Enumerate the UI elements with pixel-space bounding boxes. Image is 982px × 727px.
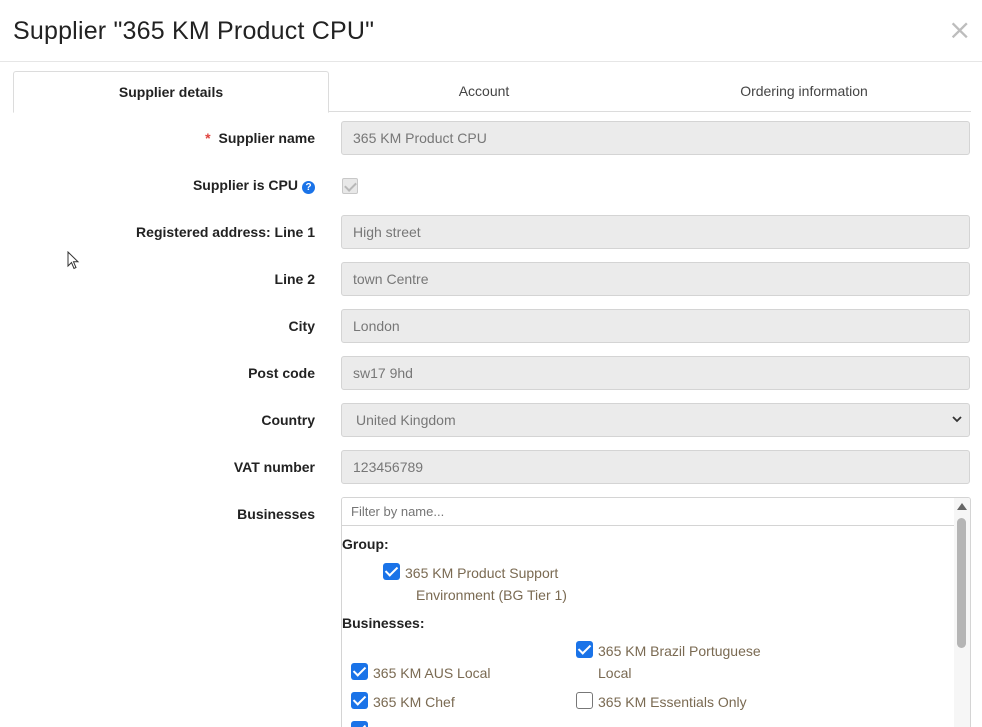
vat-number-input[interactable]: 123456789 xyxy=(341,450,970,484)
supplier-name-input[interactable]: 365 KM Product CPU xyxy=(341,121,970,155)
tab-ordering-information[interactable]: Ordering information xyxy=(649,71,959,112)
businesses-filter-input[interactable] xyxy=(342,498,954,526)
country-select[interactable]: United Kingdom xyxy=(341,403,970,437)
checkbox-checked[interactable] xyxy=(351,721,368,727)
row-address-line2: Line 2 town Centre xyxy=(0,262,982,296)
business-item-label-line2: Local xyxy=(598,665,632,681)
row-country: Country United Kingdom xyxy=(0,403,982,437)
country-label: Country xyxy=(261,412,315,428)
supplier-modal: Supplier "365 KM Product CPU" × Supplier… xyxy=(0,0,982,727)
address-line1-input[interactable]: High street xyxy=(341,215,970,249)
tab-account[interactable]: Account xyxy=(329,71,639,112)
business-item-label-line1: 365 KM Brazil Portuguese xyxy=(598,643,761,659)
close-icon[interactable]: × xyxy=(948,16,971,44)
business-item-chef[interactable]: 365 KM Chef xyxy=(351,691,571,713)
help-icon[interactable]: ? xyxy=(302,181,315,194)
row-supplier-is-cpu: Supplier is CPU? xyxy=(0,168,982,202)
business-item-aus-local[interactable]: 365 KM AUS Local xyxy=(351,662,571,684)
row-address-line1: Registered address: Line 1 High street xyxy=(0,215,982,249)
address-line2-input[interactable]: town Centre xyxy=(341,262,970,296)
supplier-is-cpu-checkbox[interactable] xyxy=(342,178,358,194)
scroll-up-arrow-icon[interactable] xyxy=(957,503,967,510)
business-item-label: 365 KM AUS Local xyxy=(373,665,491,681)
row-supplier-name: * Supplier name 365 KM Product CPU xyxy=(0,121,982,155)
business-item-label: 365 KM Essentials Only xyxy=(598,694,747,710)
address-line2-label: Line 2 xyxy=(274,271,315,287)
tab-bar: Supplier details Account Ordering inform… xyxy=(13,71,971,113)
checkbox-checked[interactable] xyxy=(351,663,368,680)
modal-header: Supplier "365 KM Product CPU" × xyxy=(0,0,982,62)
row-vat-number: VAT number 123456789 xyxy=(0,450,982,484)
modal-title: Supplier "365 KM Product CPU" xyxy=(13,17,375,45)
city-label: City xyxy=(288,318,315,334)
checkbox-checked[interactable] xyxy=(576,641,593,658)
checkbox-checked[interactable] xyxy=(383,563,400,580)
chevron-down-icon xyxy=(951,404,963,448)
businesses-label: Businesses xyxy=(237,506,315,522)
supplier-name-label: * Supplier name xyxy=(205,130,315,146)
group-item-label-line2: Environment (BG Tier 1) xyxy=(416,587,567,603)
row-post-code: Post code sw17 9hd xyxy=(0,356,982,390)
group-item-product-support[interactable]: 365 KM Product Support Environment (BG T… xyxy=(383,562,633,606)
businesses-list: Group: 365 KM Product Support Environmen… xyxy=(341,497,971,727)
city-input[interactable]: London xyxy=(341,309,970,343)
businesses-heading: Businesses: xyxy=(342,615,425,631)
vat-number-label: VAT number xyxy=(233,459,315,475)
businesses-scrollbar[interactable] xyxy=(954,498,970,727)
required-marker: * xyxy=(205,130,211,146)
checkbox-checked[interactable] xyxy=(351,692,368,709)
country-value: United Kingdom xyxy=(356,412,456,428)
checkbox-unchecked[interactable] xyxy=(576,692,593,709)
supplier-is-cpu-label: Supplier is CPU? xyxy=(193,177,315,194)
business-item-essentials-only[interactable]: 365 KM Essentials Only xyxy=(576,691,826,713)
group-item-label-line1: 365 KM Product Support xyxy=(405,565,559,581)
address-line1-label: Registered address: Line 1 xyxy=(136,224,315,240)
mouse-pointer-icon xyxy=(67,251,80,270)
scroll-thumb[interactable] xyxy=(957,518,966,648)
post-code-label: Post code xyxy=(248,365,315,381)
business-item-label: 365 KM Chef xyxy=(373,694,455,710)
row-city: City London xyxy=(0,309,982,343)
business-item-partial[interactable] xyxy=(351,720,571,727)
tab-supplier-details[interactable]: Supplier details xyxy=(13,71,329,113)
group-heading: Group: xyxy=(342,536,389,552)
post-code-input[interactable]: sw17 9hd xyxy=(341,356,970,390)
business-item-brazil-portuguese-local[interactable]: 365 KM Brazil Portuguese Local xyxy=(576,640,826,684)
